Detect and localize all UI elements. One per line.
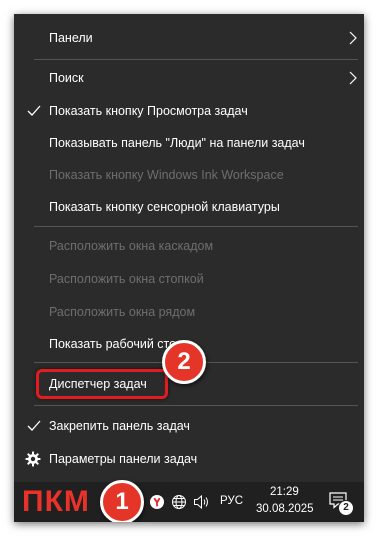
menu-item-panels[interactable]: Панели <box>14 22 364 54</box>
menu-item-search[interactable]: Поиск <box>14 62 364 94</box>
menu-item-stack: Расположить окна стопкой <box>14 263 364 295</box>
chevron-right-icon <box>349 31 357 45</box>
task-manager-highlight <box>36 369 168 399</box>
screenshot-frame: Панели Поиск Показать кнопку Просмотра з… <box>14 14 364 522</box>
taskbar[interactable]: ПКМ 1 РУС 21:29 30.08.2025 2 <box>14 480 364 522</box>
taskbar-context-menu: Панели Поиск Показать кнопку Просмотра з… <box>14 14 364 482</box>
clock-time[interactable]: 21:29 <box>270 486 299 498</box>
menu-item-show-task-view[interactable]: Показать кнопку Просмотра задач <box>14 95 364 127</box>
gear-icon <box>25 451 41 467</box>
menu-item-label: Поиск <box>49 71 84 85</box>
menu-item-label: Расположить окна стопкой <box>49 272 204 286</box>
menu-item-side-by-side: Расположить окна рядом <box>14 296 364 328</box>
menu-item-lock-taskbar[interactable]: Закрепить панель задач <box>14 410 364 442</box>
menu-item-label: Расположить окна рядом <box>49 305 196 319</box>
menu-item-cascade: Расположить окна каскадом <box>14 230 364 262</box>
pkm-label: ПКМ <box>22 485 90 518</box>
menu-item-touch-keyboard[interactable]: Показать кнопку сенсорной клавиатуры <box>14 191 364 223</box>
volume-icon[interactable] <box>193 494 211 510</box>
language-indicator[interactable]: РУС <box>220 495 243 507</box>
menu-item-windows-ink: Показать кнопку Windows Ink Workspace <box>14 159 364 191</box>
menu-item-label: Панели <box>49 31 93 45</box>
checkmark-icon <box>27 105 41 116</box>
step-1-badge: 1 <box>100 480 144 522</box>
menu-item-label: Показать рабочий сто <box>49 337 177 351</box>
menu-item-label: Показать кнопку Windows Ink Workspace <box>49 168 284 182</box>
step-2-badge: 2 <box>162 340 206 384</box>
menu-separator <box>34 59 358 60</box>
notification-count-badge: 2 <box>338 500 354 516</box>
menu-item-label: Показать кнопку Просмотра задач <box>49 104 248 118</box>
menu-item-taskbar-settings[interactable]: Параметры панели задач <box>14 443 364 475</box>
clock-date[interactable]: 30.08.2025 <box>256 503 314 515</box>
menu-item-show-people[interactable]: Показывать панель "Люди" на панели задач <box>14 127 364 159</box>
menu-item-label: Показать кнопку сенсорной клавиатуры <box>49 200 280 214</box>
menu-item-label: Закрепить панель задач <box>49 419 190 433</box>
menu-item-label: Показывать панель "Люди" на панели задач <box>49 136 305 150</box>
yandex-browser-icon[interactable] <box>150 495 164 509</box>
menu-item-label: Расположить окна каскадом <box>49 239 214 253</box>
checkmark-icon <box>27 420 41 431</box>
network-globe-icon[interactable] <box>171 494 187 510</box>
chevron-right-icon <box>349 71 357 85</box>
menu-item-label: Параметры панели задач <box>49 452 198 466</box>
menu-separator <box>34 226 358 227</box>
menu-separator <box>34 405 358 406</box>
